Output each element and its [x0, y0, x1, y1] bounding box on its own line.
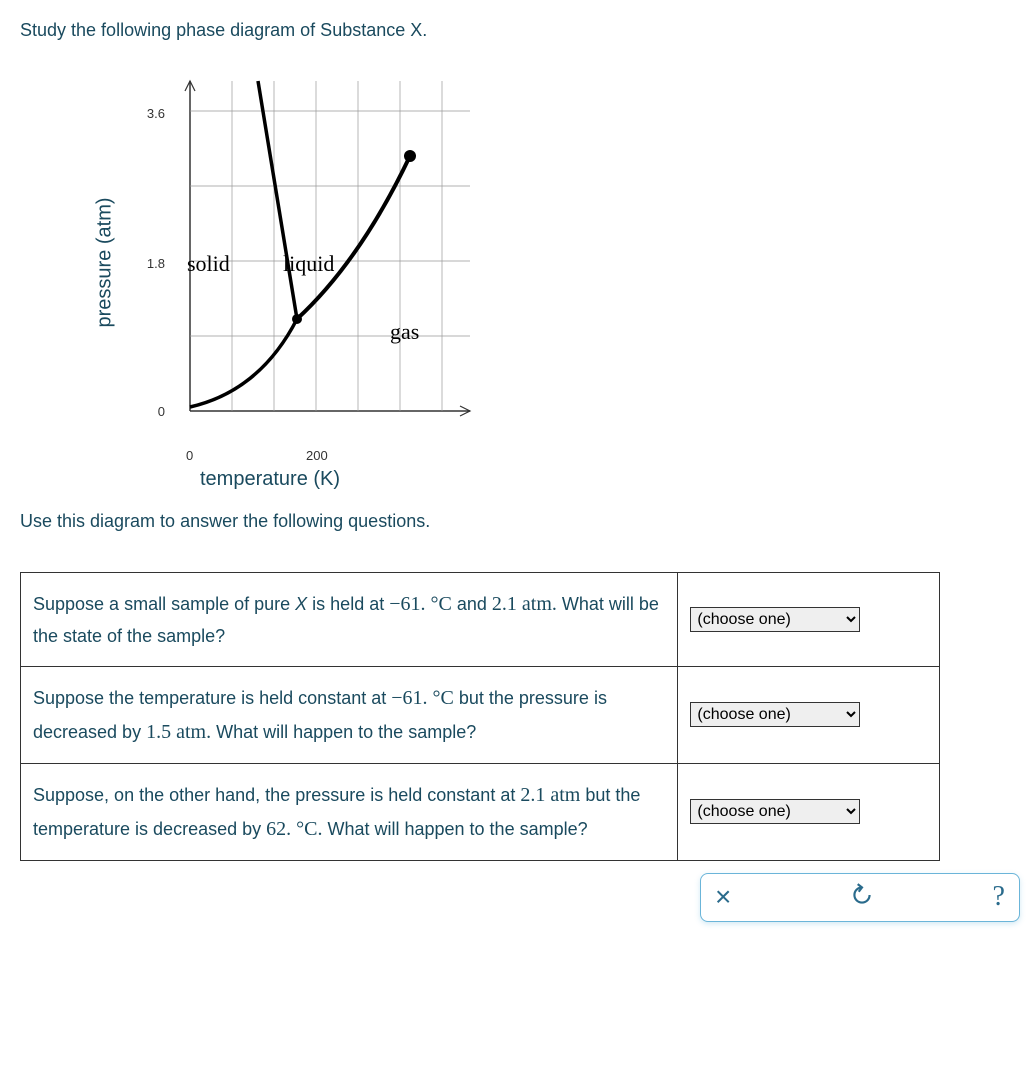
- region-gas: gas: [390, 319, 419, 345]
- xtick-0: 0: [186, 448, 193, 463]
- answer-3-select[interactable]: (choose one): [690, 799, 860, 824]
- region-liquid: liquid: [283, 251, 334, 277]
- phase-diagram: pressure (atm) 3.6: [80, 51, 520, 491]
- intro-text: Study the following phase diagram of Sub…: [20, 20, 1011, 41]
- region-solid: solid: [187, 251, 230, 277]
- question-2: Suppose the temperature is held constant…: [21, 666, 678, 763]
- y-axis-label: pressure (atm): [94, 197, 117, 327]
- reset-button[interactable]: [849, 882, 875, 913]
- ytick-3-6: 3.6: [135, 106, 165, 121]
- answer-1-select[interactable]: (choose one): [690, 607, 860, 632]
- question-3: Suppose, on the other hand, the pressure…: [21, 763, 678, 860]
- table-row: Suppose a small sample of pure X is held…: [21, 573, 940, 667]
- ytick-0: 0: [135, 404, 165, 419]
- table-row: Suppose, on the other hand, the pressure…: [21, 763, 940, 860]
- followup-text: Use this diagram to answer the following…: [20, 511, 1011, 532]
- clear-button[interactable]: ×: [715, 883, 731, 911]
- help-button[interactable]: ?: [993, 883, 1005, 911]
- question-table: Suppose a small sample of pure X is held…: [20, 572, 940, 861]
- answer-2-select[interactable]: (choose one): [690, 702, 860, 727]
- plot-area: [170, 61, 480, 431]
- x-axis-label: temperature (K): [200, 468, 340, 491]
- footer-toolbar: × ?: [700, 873, 1020, 922]
- reset-icon: [849, 882, 875, 908]
- question-1: Suppose a small sample of pure X is held…: [21, 573, 678, 667]
- table-row: Suppose the temperature is held constant…: [21, 666, 940, 763]
- xtick-200: 200: [306, 448, 328, 463]
- ytick-1-8: 1.8: [135, 256, 165, 271]
